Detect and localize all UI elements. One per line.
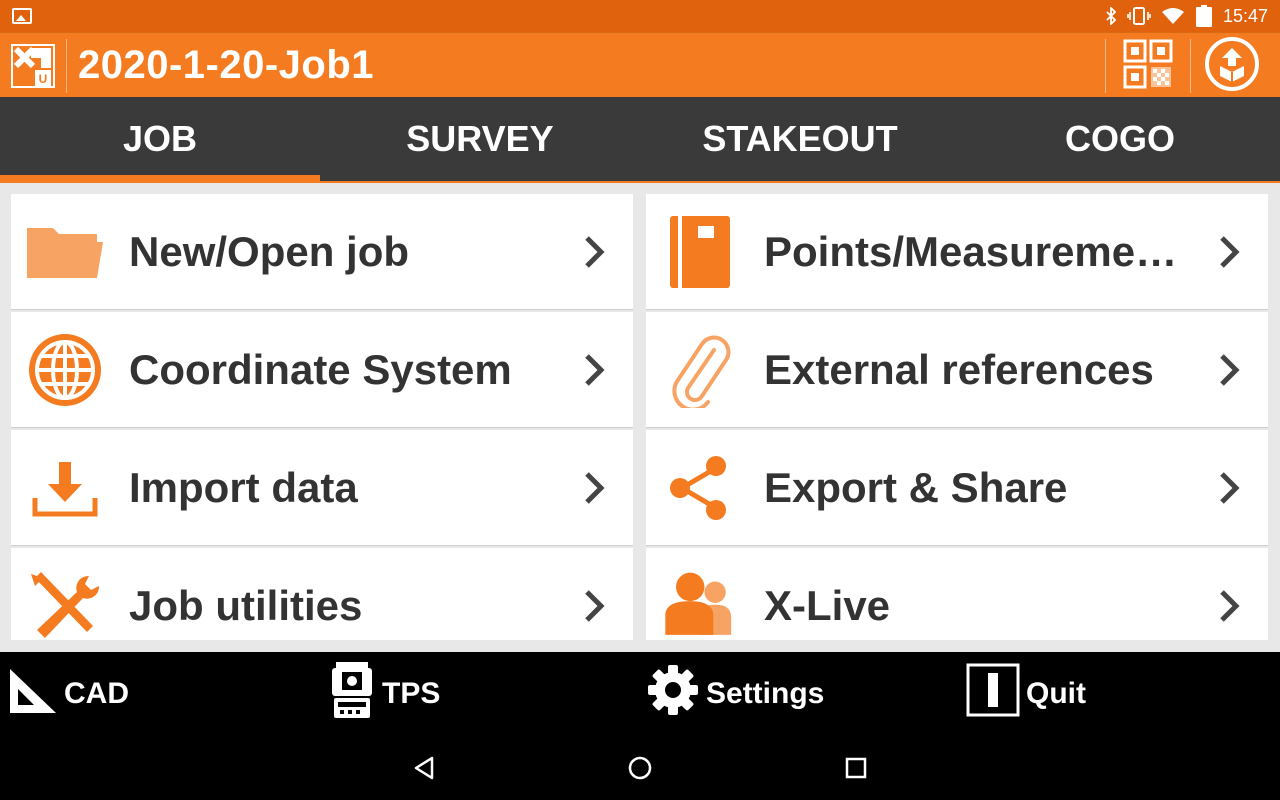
menu-item-label: New/Open job [129,228,410,275]
sync-box-icon [1204,36,1260,97]
tools-icon [25,570,105,642]
app-bar-divider [1105,39,1106,93]
app-bar-divider [1190,39,1191,93]
svg-text:U: U [39,72,48,86]
tps-button[interactable]: TPS [328,652,440,736]
chevron-right-icon [1220,472,1240,504]
image-notification-icon [12,8,32,24]
main-tabs: JOB SURVEY STAKEOUT COGO [0,97,1280,183]
menu-item-export-share[interactable]: Export & Share [646,430,1268,546]
back-icon[interactable] [408,752,440,784]
set-square-icon [8,665,58,723]
share-icon [660,452,740,524]
menu-item-label: Coordinate System [129,346,512,393]
chevron-right-icon [1220,590,1240,622]
vibrate-icon [1127,0,1151,32]
clock: 15:47 [1222,5,1268,26]
menu-item-new-open-job[interactable]: New/Open job [11,194,633,310]
globe-icon [25,334,105,406]
sync-button[interactable] [1202,36,1262,97]
tab-cogo[interactable]: COGO [960,97,1280,181]
settings-button[interactable]: Settings [646,652,824,736]
menu-item-label: X-Live [764,582,891,629]
chevron-right-icon [585,236,605,268]
chevron-right-icon [1220,354,1240,386]
menu-item-external-references[interactable]: External references [646,312,1268,428]
chevron-right-icon [1220,236,1240,268]
app-bar: U 2020-1-20-Job1 [0,32,1280,97]
wifi-icon [1161,0,1185,32]
menu-item-label: Job utilities [129,582,363,629]
cad-button[interactable]: CAD [8,652,129,736]
system-nav-bar [0,736,1280,800]
notebook-icon [660,216,740,288]
gear-icon [646,663,700,725]
cad-label: CAD [64,677,129,710]
status-icons: 15:47 [1105,0,1268,32]
users-icon [660,566,740,638]
menu-item-import-data[interactable]: Import data [11,430,633,546]
app-bar-divider [66,39,67,93]
chevron-right-icon [585,590,605,622]
chevron-right-icon [585,472,605,504]
quit-button[interactable]: Quit [966,652,1086,736]
menu-item-points-measurements[interactable]: Points/Measureme… [646,194,1268,310]
qr-code-icon [1123,39,1173,94]
menu-item-label: Import data [129,464,358,511]
bottom-toolbar: CAD TPS Settings Quit [0,652,1280,736]
tab-job[interactable]: JOB [0,97,320,183]
tab-stakeout[interactable]: STAKEOUT [640,97,960,181]
job-menu-grid: New/Open job Coordinate System Import da… [0,183,1280,652]
menu-item-coordinate-system[interactable]: Coordinate System [11,312,633,428]
tab-survey[interactable]: SURVEY [320,97,640,181]
settings-label: Settings [706,677,825,710]
recents-icon[interactable] [840,752,872,784]
chevron-right-icon [585,354,605,386]
download-icon [25,452,105,524]
bluetooth-icon [1105,0,1117,32]
paperclip-icon [660,334,740,408]
folder-icon [25,216,105,288]
status-bar: 15:47 [0,0,1280,32]
x-pad-logo[interactable]: U [11,44,55,88]
menu-item-label: External references [764,346,1154,393]
total-station-icon [328,660,376,728]
quit-label: Quit [1026,677,1086,710]
home-icon[interactable] [624,752,656,784]
qr-code-button[interactable] [1120,39,1176,93]
quit-icon [966,663,1020,725]
menu-item-job-utilities[interactable]: Job utilities [11,548,633,640]
menu-item-label: Export & Share [764,464,1068,511]
battery-icon [1195,0,1213,32]
job-title: 2020-1-20-Job1 [78,43,375,87]
menu-item-x-live[interactable]: X-Live [646,548,1268,640]
tps-label: TPS [382,677,441,710]
menu-item-label: Points/Measureme… [764,228,1178,275]
